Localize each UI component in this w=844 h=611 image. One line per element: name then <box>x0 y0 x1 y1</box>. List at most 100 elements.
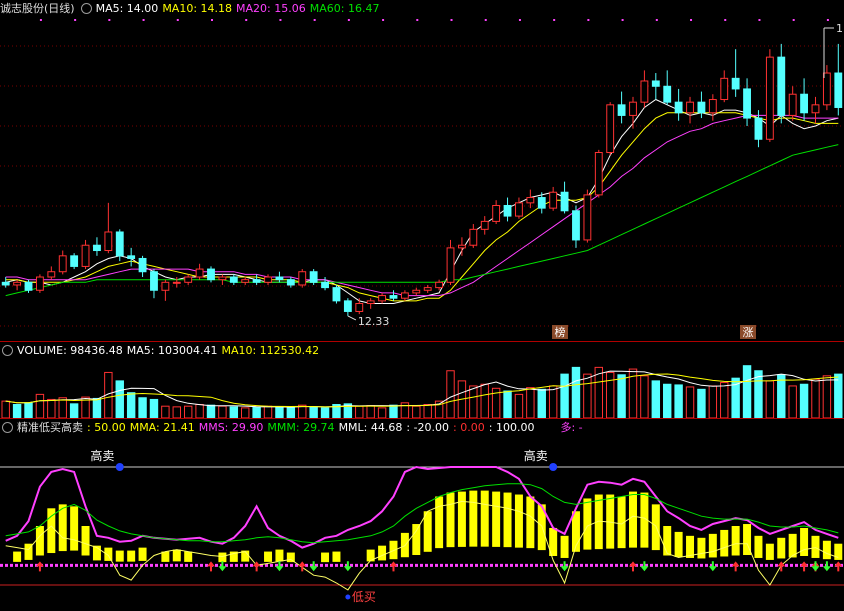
candle-body <box>218 276 227 281</box>
signal-dot <box>553 19 556 21</box>
volume-bar <box>674 384 683 418</box>
strength-bar <box>275 549 284 562</box>
strength-bar <box>480 490 489 547</box>
strength-bar <box>321 552 330 563</box>
settings-circle-icon[interactable] <box>80 2 92 14</box>
strength-bar <box>378 545 387 561</box>
buy-dot <box>345 594 351 600</box>
volume-bar <box>560 373 569 418</box>
strength-bar <box>583 498 592 550</box>
candle-body <box>594 152 603 196</box>
price-ma-value-2: MA20: 15.06 <box>236 2 306 15</box>
candle-body <box>58 255 67 273</box>
signal-dot <box>108 19 111 21</box>
candle-body <box>526 197 535 204</box>
volume-bar <box>69 403 79 418</box>
candle-body <box>70 255 79 267</box>
sell-label: 高卖 <box>524 448 548 463</box>
volume-panel-header: VOLUME: 98436.48 MA5: 103004.41 MA10: 1125… <box>0 342 327 360</box>
candle-body <box>355 303 364 312</box>
strength-bar <box>811 535 820 558</box>
indicator-chart: 高卖 高卖低买 <box>0 448 844 604</box>
indicator-value-2: MMS: 29.90 <box>198 421 264 434</box>
ma-line-ma20 <box>5 114 839 297</box>
candle-body <box>469 228 478 246</box>
strength-bar <box>754 535 763 558</box>
candle-body <box>252 279 261 283</box>
volume-bar <box>161 405 170 418</box>
strength-bar <box>720 529 729 557</box>
candle-body <box>435 281 444 289</box>
signal-dot <box>518 19 521 21</box>
volume-bar <box>47 398 56 418</box>
volume-bar <box>126 392 136 418</box>
signal-dot <box>347 19 350 21</box>
volume-bar <box>355 405 364 418</box>
volume-bar <box>720 382 729 418</box>
volume-bar <box>309 406 318 418</box>
volume-bar <box>583 373 592 418</box>
indicator-value-0: : 50.00 <box>87 421 126 434</box>
candle-body <box>321 281 329 289</box>
volume-bar <box>206 404 216 418</box>
volume-bar <box>480 383 489 418</box>
ma-line-ma60 <box>5 144 839 297</box>
strength-bar <box>731 526 740 556</box>
buy-label: 低买 <box>352 590 376 604</box>
volume-bar <box>138 397 147 418</box>
candle-body <box>343 300 352 312</box>
price-ma-value-3: MA60: 16.47 <box>309 2 380 15</box>
strength-bar <box>697 537 706 559</box>
volume-ma-value-1: MA5: 103004.41 <box>126 344 218 357</box>
sell-arrow <box>218 561 227 572</box>
settings-circle-icon[interactable] <box>2 421 13 433</box>
strength-bar <box>629 491 637 548</box>
signal-dot <box>792 19 795 21</box>
volume-bar <box>58 397 67 418</box>
volume-bar <box>412 405 421 418</box>
buy-arrow <box>252 561 261 572</box>
settings-circle-icon[interactable] <box>2 344 13 356</box>
volume-bar <box>275 406 284 418</box>
candle-body <box>777 56 786 116</box>
candle-body <box>811 104 820 114</box>
strength-bar <box>663 526 672 556</box>
sell-arrow <box>275 561 284 572</box>
strength-bar <box>423 511 432 552</box>
volume-bar <box>799 383 809 418</box>
price-panel-header: 诚志股份(日线) MA5: 14.00 MA10: 14.18 MA20: 15.06… <box>0 0 387 18</box>
strength-bar <box>47 508 56 554</box>
strength-bar <box>435 496 444 549</box>
strength-bar <box>389 540 398 560</box>
candle-body <box>275 276 284 281</box>
candle-body <box>503 204 512 217</box>
volume-bar <box>663 383 672 418</box>
signal-dot <box>826 19 829 21</box>
signal-dot <box>211 19 213 21</box>
candle-body <box>81 244 90 267</box>
candle-body <box>309 271 318 283</box>
candle-body <box>184 276 193 283</box>
strength-bar <box>172 549 181 562</box>
signal-dot <box>587 19 590 21</box>
candle-body <box>743 88 751 119</box>
candle-body <box>640 80 649 103</box>
strength-bar <box>514 494 523 548</box>
signal-dot <box>74 19 77 21</box>
volume-bar <box>537 388 546 418</box>
volume-ma-value-0: VOLUME: 98436.48 <box>17 344 123 357</box>
price-ma-value-1: MA10: 14.18 <box>162 2 233 15</box>
candle-body <box>788 93 797 116</box>
strength-bar <box>503 492 512 548</box>
signal-dot <box>39 19 42 21</box>
volume-bar <box>286 407 296 418</box>
candle-body <box>651 80 660 87</box>
volume-bar <box>822 375 832 418</box>
strength-bar <box>35 526 44 556</box>
signal-dot <box>416 19 419 21</box>
strength-bar <box>58 504 67 552</box>
candle-body <box>115 231 124 257</box>
candle-body <box>720 77 729 101</box>
volume-bar <box>777 374 786 418</box>
volume-bar <box>1 400 10 418</box>
